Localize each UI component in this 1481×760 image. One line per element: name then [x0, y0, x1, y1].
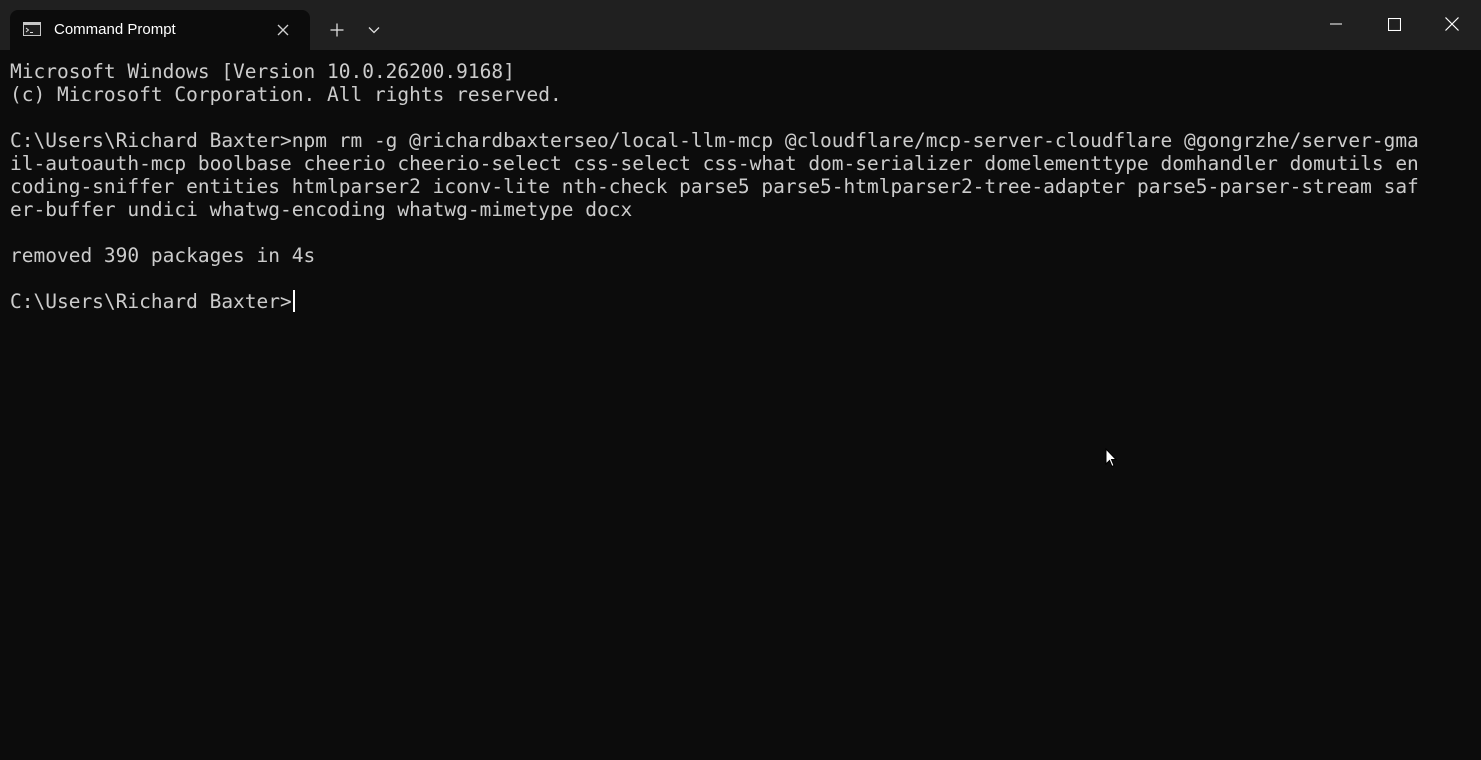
- terminal-line: Microsoft Windows [Version 10.0.26200.91…: [10, 60, 515, 83]
- title-bar: Command Prompt: [0, 0, 1481, 50]
- terminal-line: coding-sniffer entities htmlparser2 icon…: [10, 175, 1419, 198]
- command-prompt-icon: [23, 22, 41, 36]
- maximize-icon: [1387, 17, 1401, 31]
- close-icon: [1445, 17, 1459, 31]
- tab-command-prompt[interactable]: Command Prompt: [10, 10, 310, 50]
- tab-title: Command Prompt: [54, 21, 176, 38]
- prompt-line[interactable]: C:\Users\Richard Baxter>: [10, 290, 1471, 313]
- terminal-line: (c) Microsoft Corporation. All rights re…: [10, 83, 562, 106]
- tab-dropdown-button[interactable]: [359, 14, 389, 46]
- terminal-line: C:\Users\Richard Baxter>npm rm -g @richa…: [10, 129, 1419, 152]
- minimize-button[interactable]: [1307, 0, 1365, 48]
- close-button[interactable]: [1423, 0, 1481, 48]
- terminal-output[interactable]: Microsoft Windows [Version 10.0.26200.91…: [10, 60, 1471, 313]
- prompt-text: C:\Users\Richard Baxter>: [10, 290, 292, 313]
- maximize-button[interactable]: [1365, 0, 1423, 48]
- plus-icon: [330, 23, 344, 37]
- new-tab-button[interactable]: [321, 14, 353, 46]
- terminal-line: il-autoauth-mcp boolbase cheerio cheerio…: [10, 152, 1419, 175]
- chevron-down-icon: [368, 27, 380, 34]
- terminal-line: er-buffer undici whatwg-encoding whatwg-…: [10, 198, 633, 221]
- terminal-window: Command Prompt Microsoft Windows [Versio…: [0, 0, 1481, 760]
- terminal-line: removed 390 packages in 4s: [10, 244, 316, 267]
- mouse-pointer-icon: [1105, 447, 1118, 468]
- text-cursor: [292, 290, 295, 312]
- minimize-icon: [1330, 23, 1342, 25]
- tab-close-icon[interactable]: [273, 20, 293, 40]
